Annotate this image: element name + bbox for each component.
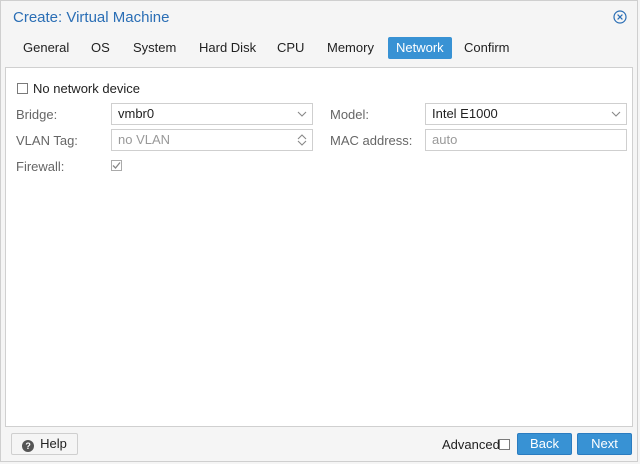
model-value: Intel E1000 bbox=[432, 106, 498, 121]
spinner-arrows-icon[interactable] bbox=[296, 133, 308, 147]
tab-general[interactable]: General bbox=[15, 37, 77, 59]
advanced-label: Advanced bbox=[442, 437, 500, 452]
tab-os[interactable]: OS bbox=[83, 37, 118, 59]
vlan-placeholder: no VLAN bbox=[118, 132, 171, 147]
tab-confirm[interactable]: Confirm bbox=[456, 37, 518, 59]
advanced-checkbox[interactable] bbox=[499, 439, 510, 450]
help-button-label: Help bbox=[40, 436, 67, 451]
bridge-label: Bridge: bbox=[16, 107, 58, 122]
dialog-title: Create: Virtual Machine bbox=[13, 9, 170, 26]
firewall-checkbox[interactable] bbox=[111, 160, 122, 171]
chevron-down-icon[interactable] bbox=[610, 107, 622, 121]
model-select[interactable]: Intel E1000 bbox=[425, 103, 627, 125]
no-network-checkbox[interactable] bbox=[17, 83, 28, 94]
dialog-footer: ? Help Advanced Back Next bbox=[1, 429, 637, 463]
close-icon[interactable] bbox=[613, 10, 627, 24]
bridge-select[interactable]: vmbr0 bbox=[111, 103, 313, 125]
tab-hard-disk[interactable]: Hard Disk bbox=[191, 37, 264, 59]
chevron-down-icon[interactable] bbox=[296, 107, 308, 121]
mac-placeholder: auto bbox=[432, 132, 458, 147]
tab-bar: General OS System Hard Disk CPU Memory N… bbox=[1, 37, 637, 63]
checkmark-icon bbox=[112, 162, 121, 169]
tab-memory[interactable]: Memory bbox=[319, 37, 382, 59]
bridge-value: vmbr0 bbox=[118, 106, 155, 121]
question-circle-icon: ? bbox=[22, 440, 35, 452]
mac-address-input[interactable]: auto bbox=[425, 129, 627, 151]
network-panel: No network device Bridge: vmbr0 Model: I… bbox=[5, 67, 633, 427]
model-label: Model: bbox=[330, 107, 370, 122]
create-vm-dialog: Create: Virtual Machine General OS Syste… bbox=[0, 0, 638, 462]
tab-network[interactable]: Network bbox=[388, 37, 452, 59]
next-button[interactable]: Next bbox=[577, 433, 632, 455]
firewall-label: Firewall: bbox=[16, 159, 65, 174]
help-button[interactable]: ? Help bbox=[11, 433, 78, 455]
back-button[interactable]: Back bbox=[517, 433, 572, 455]
tab-cpu[interactable]: CPU bbox=[269, 37, 312, 59]
dialog-titlebar: Create: Virtual Machine bbox=[1, 1, 637, 33]
tab-system[interactable]: System bbox=[125, 37, 184, 59]
vlan-tag-input[interactable]: no VLAN bbox=[111, 129, 313, 151]
vlan-label: VLAN Tag: bbox=[16, 133, 78, 148]
mac-label: MAC address: bbox=[330, 133, 413, 148]
no-network-label: No network device bbox=[33, 81, 140, 96]
